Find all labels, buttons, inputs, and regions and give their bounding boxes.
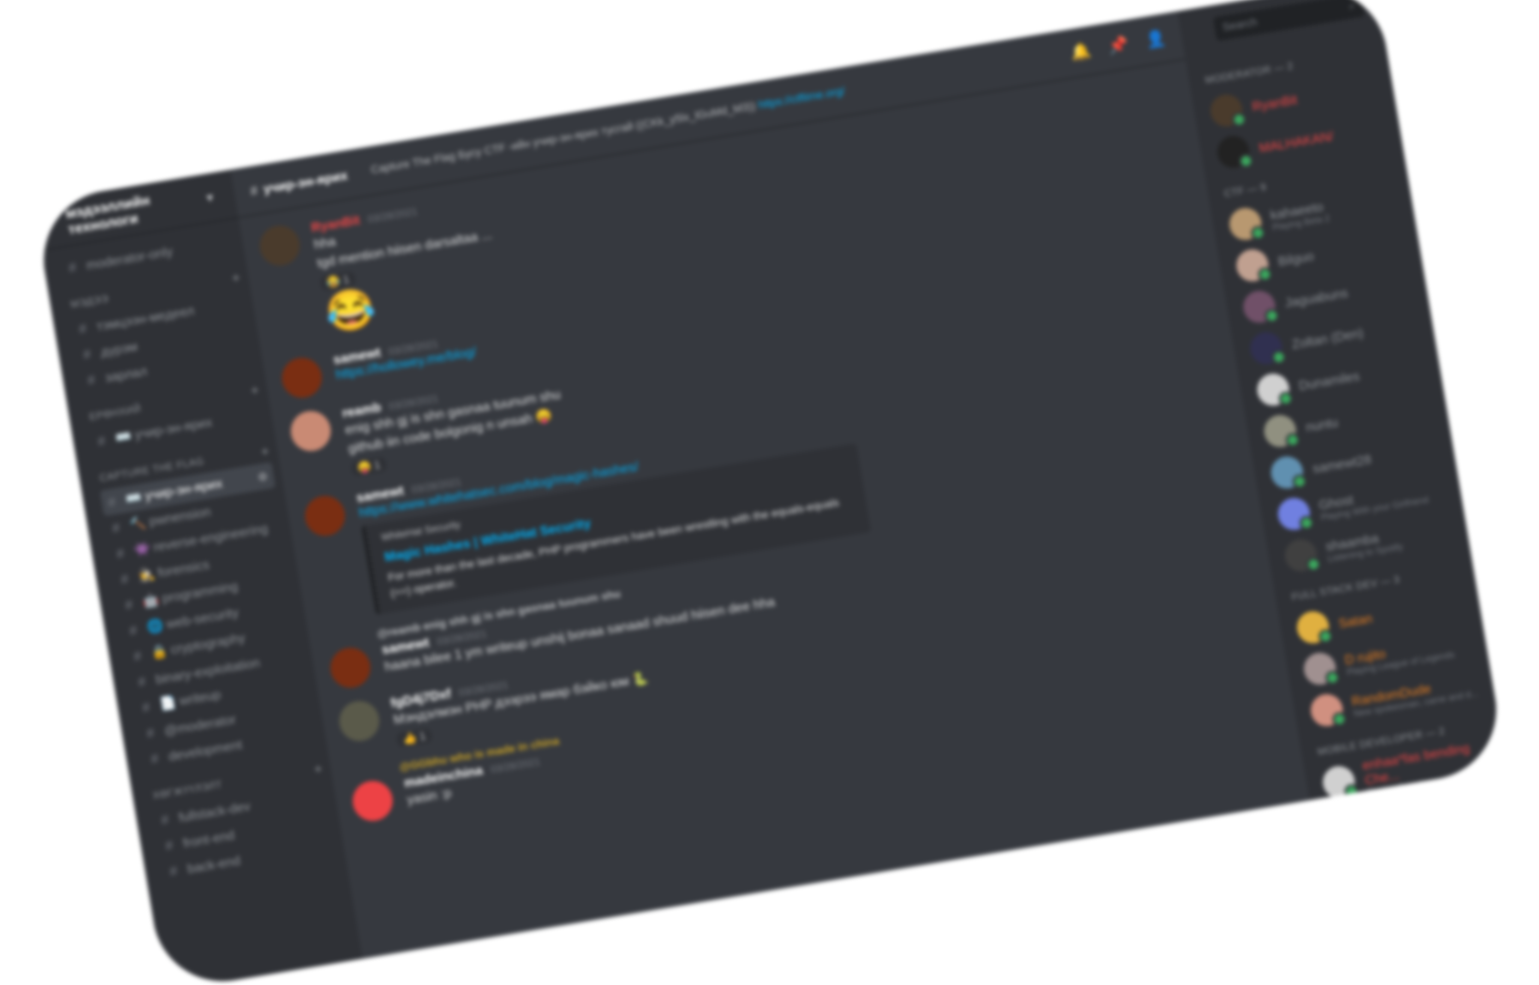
avatar: [1308, 691, 1348, 729]
avatar: [1261, 412, 1301, 450]
stage: мэдээллийн технологи ▾ # moderator-only мэ…: [0, 0, 1539, 985]
member-info: samewt28: [1311, 451, 1372, 476]
member-name: samewt28: [1311, 451, 1373, 476]
search-icon: ⌕: [1347, 0, 1356, 13]
avatar: [1320, 763, 1360, 801]
avatar[interactable]: [256, 222, 303, 269]
header-icons: 🔔 📌 👤: [1069, 28, 1167, 64]
channel-title: учир-эн-ярих: [262, 167, 349, 196]
status-indicator: [1317, 628, 1334, 645]
status-indicator: [1305, 556, 1322, 573]
settings-icon[interactable]: ⚙: [257, 469, 269, 483]
channel-name: ⌨️ учир-эн-ярих: [114, 414, 214, 446]
status-indicator: [1250, 224, 1267, 242]
member-name: Dunamiles: [1297, 367, 1361, 393]
avatar: [1240, 288, 1281, 326]
member-info: shaamba Listening to Spotify: [1324, 526, 1403, 563]
channel-name: дүрэм: [99, 338, 139, 360]
plus-icon[interactable]: +: [313, 760, 324, 777]
avatar: [1268, 454, 1308, 491]
avatar: [1227, 205, 1267, 243]
avatar[interactable]: [349, 777, 396, 824]
status-indicator: [1331, 711, 1348, 728]
status-indicator: [1231, 111, 1248, 128]
avatar[interactable]: [327, 644, 374, 691]
channel-name: front-end: [181, 826, 236, 851]
status-indicator: [1343, 783, 1360, 800]
category-name: ерөнхий: [88, 403, 142, 423]
avatar: [1233, 246, 1274, 284]
member-name: MALHAKAN/: [1257, 127, 1335, 156]
bell-icon[interactable]: 🔔: [1069, 40, 1092, 63]
status-indicator: [1298, 514, 1315, 532]
hash-icon: #: [249, 182, 259, 199]
member-info: RyanBit: [1251, 91, 1298, 113]
member-name: RyanBit: [1250, 91, 1299, 114]
status-indicator: [1263, 307, 1281, 324]
members-icon[interactable]: 👤: [1144, 28, 1167, 51]
member-info: Satan: [1337, 610, 1373, 630]
member-name: Bilguo: [1276, 247, 1315, 269]
member-info: kahaeeto Playing Beta 2: [1269, 198, 1330, 232]
avatar: [1247, 329, 1287, 367]
status-indicator: [1270, 349, 1287, 366]
status-indicator: [1284, 432, 1301, 449]
channel-name: зарлал: [103, 362, 149, 385]
status-indicator: [1256, 266, 1274, 283]
channel-name: back-end: [186, 852, 242, 876]
chat-area: # учир-эн-ярих Capture The Flag Бусу CTF…: [230, 11, 1310, 958]
avatar: [1282, 536, 1322, 574]
avatar: [1214, 133, 1255, 171]
member-info: Dunamiles: [1298, 368, 1361, 393]
avatar: [1275, 495, 1315, 533]
plus-icon[interactable]: +: [249, 381, 260, 398]
topic-link[interactable]: https://ctftime.org/: [758, 85, 846, 111]
status-indicator: [1277, 390, 1294, 407]
avatar: [1301, 650, 1341, 688]
member-info: Bilguo: [1277, 248, 1315, 269]
avatar: [1294, 608, 1334, 646]
reaction-pill[interactable]: 😛 1: [350, 456, 388, 477]
avatar[interactable]: [336, 697, 383, 745]
status-indicator: [1291, 473, 1308, 490]
member-name: Zoltan (Den): [1290, 324, 1365, 352]
avatar[interactable]: [301, 492, 349, 539]
status-indicator: [1237, 152, 1255, 170]
avatar: [1254, 371, 1294, 409]
avatar: [1208, 92, 1248, 129]
member-name: Satan: [1337, 610, 1374, 631]
pin-icon[interactable]: 📌: [1107, 34, 1130, 57]
discord-window: мэдээллийн технологи ▾ # moderator-only мэ…: [33, 0, 1507, 985]
member-info: nuntu: [1305, 414, 1340, 434]
member-info: Jaguabuns: [1284, 285, 1349, 310]
reaction-pill[interactable]: 👍 1: [395, 727, 433, 748]
chevron-down-icon[interactable]: ▾: [206, 190, 214, 205]
member-name: nuntu: [1304, 414, 1340, 435]
channel-name: development: [167, 736, 244, 764]
category-name: мэдээ: [69, 293, 110, 311]
avatar[interactable]: [287, 408, 334, 455]
member-info: Zoltan (Den): [1291, 325, 1365, 352]
member-name: Jaguabuns: [1283, 284, 1349, 310]
member-info: MALHAKAN/: [1258, 128, 1335, 155]
plus-icon[interactable]: +: [231, 269, 242, 286]
search-placeholder: Search: [1221, 16, 1259, 34]
channel-name: moderator-only: [85, 242, 174, 273]
plus-icon[interactable]: +: [260, 442, 271, 459]
status-indicator: [1324, 669, 1341, 686]
avatar[interactable]: [278, 354, 325, 401]
